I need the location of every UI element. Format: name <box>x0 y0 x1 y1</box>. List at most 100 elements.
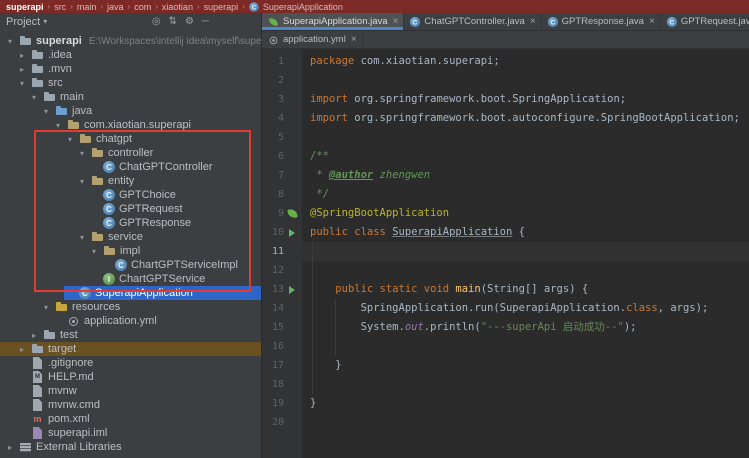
editor-area: SuperapiApplication.java×CChatGPTControl… <box>262 13 749 458</box>
tree-item-label: HELP.md <box>48 371 94 383</box>
chevron-down-icon[interactable]: ▾ <box>77 177 87 186</box>
breadcrumb-item-java[interactable]: java <box>106 2 125 12</box>
chevron-down-icon[interactable]: ▾ <box>53 121 63 130</box>
tree-item-label: pom.xml <box>48 413 90 425</box>
tree-item-SuperapiApplication[interactable]: CSuperapiApplication <box>0 286 261 300</box>
settings-icon[interactable]: ⚙ <box>185 16 194 27</box>
tree-item-main[interactable]: ▾main <box>0 90 261 104</box>
tree-item-target[interactable]: ▸target <box>0 342 261 356</box>
class-icon: C <box>103 161 115 173</box>
tree-item-entity[interactable]: ▾entity <box>0 174 261 188</box>
expand-collapse-icon[interactable]: ⇅ <box>169 16 177 27</box>
editor-tab-bar-row2: application.yml× <box>262 31 749 49</box>
line-number: 6 <box>262 147 284 166</box>
hide-panel-icon[interactable]: ─ <box>202 16 209 27</box>
editor-lines: 1package com.xiaotian.superapi;23import … <box>262 52 749 432</box>
chevron-down-icon[interactable]: ▾ <box>29 93 39 102</box>
tree-item-ChartGPTService[interactable]: IChartGPTService <box>0 272 261 286</box>
tree-item-.idea[interactable]: ▸ .idea <box>0 48 261 62</box>
breadcrumb-item-SuperapiApplication[interactable]: SuperapiApplication <box>262 2 344 12</box>
locate-file-icon[interactable]: ◎ <box>152 16 161 27</box>
gutter-cell: 18 <box>262 375 302 394</box>
tree-item-chatgpt[interactable]: ▾chatgpt <box>0 132 261 146</box>
chevron-right-icon[interactable]: ▸ <box>29 331 39 340</box>
folder-icon <box>43 91 56 103</box>
tree-item-label: ChatGPTController <box>119 161 213 173</box>
tree-item-label: .idea <box>48 49 72 61</box>
tree-item-label: mvnw <box>48 385 77 397</box>
breadcrumb-item-src[interactable]: src <box>53 2 67 12</box>
chevron-down-icon[interactable]: ▾ <box>77 233 87 242</box>
chevron-down-icon[interactable]: ▾ <box>77 149 87 158</box>
tree-item-com.xiaotian.superapi[interactable]: ▾com.xiaotian.superapi <box>0 118 261 132</box>
tree-item-.gitignore[interactable]: .gitignore <box>0 356 261 370</box>
tab-GPTResponse.java[interactable]: CGPTResponse.java× <box>542 13 661 30</box>
tree-item-GPTChoice[interactable]: CGPTChoice <box>0 188 261 202</box>
tree-item-GPTResponse[interactable]: CGPTResponse <box>0 216 261 230</box>
tree-item-label: GPTResponse <box>119 217 191 229</box>
chevron-down-icon[interactable]: ▾ <box>17 79 27 88</box>
chevron-down-icon[interactable]: ▾ <box>41 107 51 116</box>
tree-item-label: src <box>48 77 63 89</box>
chevron-down-icon[interactable]: ▾ <box>65 135 75 144</box>
line-number: 2 <box>262 71 284 90</box>
close-tab-icon[interactable]: × <box>393 16 399 27</box>
project-icon <box>19 35 32 47</box>
code-editor[interactable]: 1package com.xiaotian.superapi;23import … <box>262 49 749 458</box>
tab-GPTRequest.java[interactable]: CGPTRequest.java× <box>661 13 749 30</box>
tree-item-java[interactable]: ▾java <box>0 104 261 118</box>
chevron-down-icon[interactable]: ▾ <box>41 303 51 312</box>
tab-label: GPTResponse.java <box>562 16 644 27</box>
tree-item-mvnw.cmd[interactable]: mvnw.cmd <box>0 398 261 412</box>
tree-item-application.yml[interactable]: application.yml <box>0 314 261 328</box>
package-icon <box>79 133 92 145</box>
chevron-right-icon[interactable]: ▸ <box>17 345 27 354</box>
tree-item-HELP.md[interactable]: MHELP.md <box>0 370 261 384</box>
tree-item-ChartGPTServiceImpl[interactable]: CChartGPTServiceImpl <box>0 258 261 272</box>
gutter-cell: 11 <box>262 242 302 261</box>
chevron-down-icon[interactable]: ▾ <box>5 37 15 46</box>
tree-item-.mvn[interactable]: ▸.mvn <box>0 62 261 76</box>
chevron-down-icon[interactable]: ▾ <box>89 247 99 256</box>
breadcrumb-item-superapi[interactable]: superapi <box>5 2 45 12</box>
tree-item-mvnw[interactable]: mvnw <box>0 384 261 398</box>
spring-bean-icon[interactable] <box>284 209 300 218</box>
run-button[interactable] <box>284 286 300 294</box>
breadcrumb-item-superapi[interactable]: superapi <box>203 2 240 12</box>
breadcrumb-item-com[interactable]: com <box>133 2 152 12</box>
line-number: 16 <box>262 337 284 356</box>
tab-application.yml[interactable]: application.yml× <box>262 31 363 48</box>
project-tool-window-selector[interactable]: Project ▾ <box>6 16 47 28</box>
tree-item-src[interactable]: ▾ src <box>0 76 261 90</box>
class-icon: C <box>79 287 91 299</box>
tree-item-GPTRequest[interactable]: CGPTRequest <box>0 202 261 216</box>
chevron-right-icon[interactable]: ▸ <box>17 65 27 74</box>
chevron-right-icon[interactable]: ▸ <box>17 51 27 60</box>
tab-ChatGPTController.java[interactable]: CChatGPTController.java× <box>404 13 541 30</box>
main-area: Project ▾ ◎⇅⚙─ ▾superapiE:\Workspaces\in… <box>0 13 749 458</box>
close-tab-icon[interactable]: × <box>649 16 655 27</box>
tree-item-label: resources <box>72 301 120 313</box>
close-tab-icon[interactable]: × <box>530 16 536 27</box>
tree-item-ChatGPTController[interactable]: C ChatGPTController <box>0 160 261 174</box>
close-tab-icon[interactable]: × <box>351 34 357 45</box>
tree-item-service[interactable]: ▾service <box>0 230 261 244</box>
tree-item-controller[interactable]: ▾controller <box>0 146 261 160</box>
code-line: public static void main(String[] args) { <box>302 280 749 299</box>
breadcrumb-item-main[interactable]: main <box>76 2 98 12</box>
line-number: 3 <box>262 90 284 109</box>
chevron-right-icon[interactable]: ▸ <box>5 443 15 452</box>
tree-item-superapi.iml[interactable]: superapi.iml <box>0 426 261 440</box>
gutter-cell: 13 <box>262 280 302 299</box>
run-button[interactable] <box>284 229 300 237</box>
tree-item-pom.xml[interactable]: mpom.xml <box>0 412 261 426</box>
intellij-window: superapi›src›main›java›com›xiaotian›supe… <box>0 0 749 458</box>
tree-item-test[interactable]: ▸test <box>0 328 261 342</box>
tree-item-External Libraries[interactable]: ▸External Libraries <box>0 440 261 454</box>
tree-item-resources[interactable]: ▾ resources <box>0 300 261 314</box>
tree-item-label: superapi <box>36 35 82 47</box>
tab-SuperapiApplication.java[interactable]: SuperapiApplication.java× <box>262 13 404 30</box>
tree-item-impl[interactable]: ▾impl <box>0 244 261 258</box>
tree-item-superapi[interactable]: ▾superapiE:\Workspaces\intellij idea\mys… <box>0 34 261 48</box>
breadcrumb-item-xiaotian[interactable]: xiaotian <box>161 2 194 12</box>
